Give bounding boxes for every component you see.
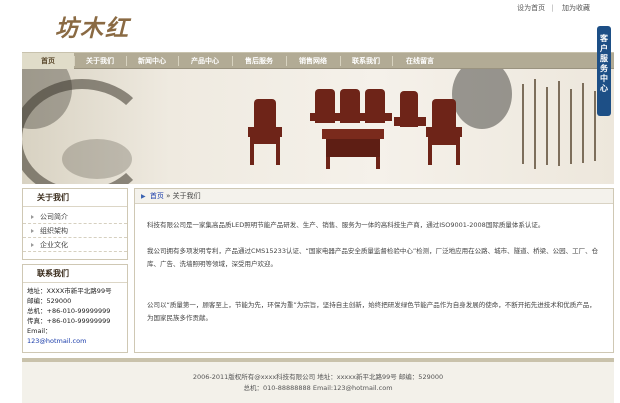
nav-item-products[interactable]: 产品中心 — [178, 53, 232, 69]
top-links-divider: | — [551, 4, 554, 12]
contact-email-label: Email： — [27, 327, 52, 335]
customer-service-tab[interactable]: 客户服务中心 — [597, 26, 611, 116]
contact-email-link[interactable]: 123@hotmail.com — [23, 336, 127, 346]
intro-paragraph-2: 我公司拥有多项发明专利，产品通过CMS15233认证、“国家电器产品安全质量监督… — [147, 247, 599, 268]
add-favorite-link[interactable]: 加为收藏 — [562, 4, 590, 12]
site-footer: 2006-2011版权所有@xxxx科技有限公司 地址：xxxxx新平北路99号… — [22, 358, 614, 403]
set-homepage-link[interactable]: 设为首页 — [517, 4, 545, 12]
footer-contact: 总机：010-88888888 Email:123@hotmail.com — [243, 384, 393, 392]
nav-item-sales-network[interactable]: 销售网络 — [286, 53, 340, 69]
main-nav: 首页 关于我们 新闻中心 产品中心 售后服务 销售网络 联系我们 在线留言 — [22, 52, 614, 69]
top-links: 设为首页 | 加为收藏 — [511, 3, 590, 13]
intro-paragraph-1: 科技有限公司是一家集高品质LED照明节能产品研发、生产、销售、服务为一体的高科技… — [147, 221, 545, 229]
site-logo[interactable]: 坊木红 — [55, 9, 130, 43]
nav-item-service[interactable]: 售后服务 — [232, 53, 286, 69]
contact-fax: 传真：+86-010-99999999 — [27, 317, 111, 325]
site-header: 坊木红 设为首页 | 加为收藏 — [0, 0, 620, 52]
about-item-culture[interactable]: 企业文化 — [23, 238, 127, 252]
breadcrumb: ▶ 首页 » 关于我们 — [135, 189, 613, 204]
breadcrumb-current: 关于我们 — [172, 192, 201, 200]
about-item-profile[interactable]: 公司简介 — [23, 210, 127, 224]
nav-item-home[interactable]: 首页 — [22, 53, 74, 69]
nav-item-about[interactable]: 关于我们 — [74, 53, 126, 69]
breadcrumb-arrow-icon: ▶ — [141, 193, 146, 200]
main-content: ▶ 首页 » 关于我们 科技有限公司是一家集高品质LED照明节能产品研发、生产、… — [134, 188, 614, 353]
nav-item-message[interactable]: 在线留言 — [392, 53, 448, 69]
hero-banner — [22, 69, 614, 184]
breadcrumb-separator: » — [166, 192, 171, 200]
about-us-title: 关于我们 — [23, 189, 127, 207]
contact-zip: 邮编：529000 — [27, 297, 72, 305]
nav-item-news[interactable]: 新闻中心 — [126, 53, 178, 69]
nav-item-contact[interactable]: 联系我们 — [340, 53, 392, 69]
footer-copyright: 2006-2011版权所有@xxxx科技有限公司 地址：xxxxx新平北路99号… — [192, 373, 444, 381]
contact-address: 地址：XXXX市新平北路99号 — [27, 287, 112, 295]
contact-box: 联系我们 地址：XXXX市新平北路99号 邮编：529000 总机：+86-01… — [22, 264, 128, 353]
breadcrumb-home-link[interactable]: 首页 — [150, 192, 164, 200]
contact-phone: 总机：+86-010-99999999 — [27, 307, 111, 315]
about-item-structure[interactable]: 组织架构 — [23, 224, 127, 238]
intro-paragraph-3: 公司以“质量第一，顾客至上，节能为先，环保为重”为宗旨，坚持自主创新，始终把研发… — [147, 301, 596, 322]
ink-splash-decoration — [62, 139, 132, 179]
contact-title: 联系我们 — [23, 265, 127, 283]
about-us-box: 关于我们 公司简介 组织架构 企业文化 — [22, 188, 128, 260]
ink-splash-decoration — [452, 69, 512, 129]
